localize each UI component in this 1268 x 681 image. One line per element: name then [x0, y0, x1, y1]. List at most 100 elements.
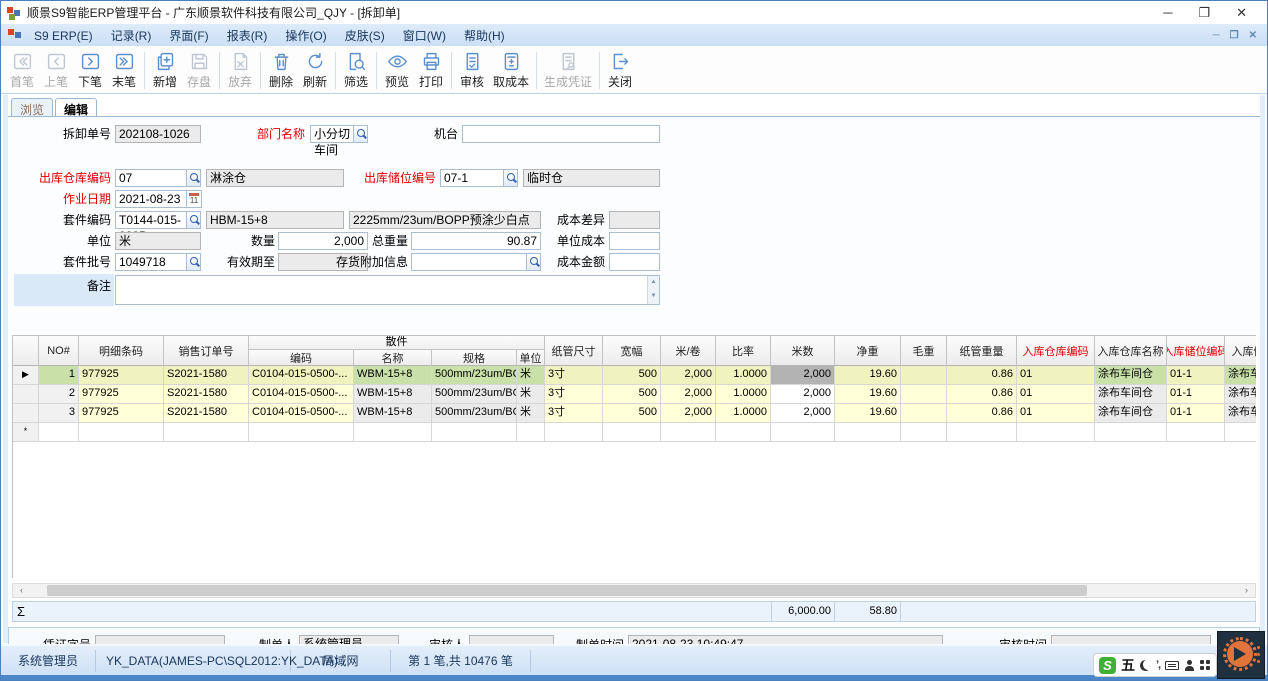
grid-header-cell[interactable]: 销售订单号 [164, 336, 249, 366]
grid-cell[interactable]: 977925 [79, 366, 164, 385]
grid-cell[interactable] [1225, 423, 1256, 442]
grid-header-cell[interactable]: 米数 [771, 336, 835, 366]
punctuation-icon[interactable]: ’, [1156, 659, 1160, 671]
grid-cell[interactable]: 19.60 [835, 404, 901, 423]
grid-cell[interactable] [517, 423, 545, 442]
desktop-widget[interactable] [1217, 631, 1265, 679]
toolbar-button-preview[interactable]: 预览 [380, 48, 414, 93]
grid-header-cell[interactable]: 入库储位编码 [1167, 336, 1225, 366]
toolbar-button-nav-last[interactable]: 末笔 [107, 48, 141, 93]
person-icon[interactable] [1184, 660, 1195, 671]
grid-cell[interactable] [947, 423, 1017, 442]
grid-cell[interactable] [1017, 423, 1095, 442]
grid-cell[interactable]: S2021-1580 [164, 366, 249, 385]
grid-cell[interactable] [354, 423, 432, 442]
grid-header-cell[interactable]: 纸管尺寸 [545, 336, 603, 366]
toolbar-button-refresh[interactable]: 刷新 [298, 48, 332, 93]
toolbar-button-add[interactable]: 新增 [148, 48, 182, 93]
remark-textarea[interactable]: ▲▼ [115, 275, 660, 305]
scroll-left-arrow[interactable]: ‹ [14, 585, 29, 596]
grid-cell[interactable]: 米 [517, 385, 545, 404]
cost-amount-field[interactable] [609, 253, 660, 271]
grid-cell[interactable]: 2,000 [661, 404, 716, 423]
scroll-right-arrow[interactable]: › [1239, 585, 1254, 596]
grid-cell[interactable]: C0104-015-0500-... [249, 385, 354, 404]
toolbar-button-audit[interactable]: 审核 [455, 48, 489, 93]
grid-cell[interactable]: 01 [1017, 404, 1095, 423]
grid-cell[interactable]: 19.60 [835, 385, 901, 404]
ime-mode-wubi[interactable]: 五 [1121, 655, 1135, 675]
toolbar-button-close-doc[interactable]: 关闭 [603, 48, 637, 93]
grid-cell[interactable]: 19.60 [835, 366, 901, 385]
grid-cell[interactable]: 01 [1017, 385, 1095, 404]
grid-cell[interactable] [603, 423, 661, 442]
new-row-marker[interactable]: * [13, 423, 39, 442]
grid-header-cell[interactable] [13, 336, 39, 366]
out-loc-lookup-button[interactable] [503, 169, 518, 187]
grid-cell[interactable]: C0104-015-0500-... [249, 404, 354, 423]
machine-input[interactable] [462, 125, 660, 143]
stock-info-lookup-button[interactable] [526, 253, 541, 271]
grid-cell[interactable]: 2,000 [661, 385, 716, 404]
grid-cell[interactable]: C0104-015-0500-... [249, 366, 354, 385]
grid-cell[interactable] [164, 423, 249, 442]
grid-cell[interactable]: 1 [39, 366, 79, 385]
out-wh-lookup-button[interactable] [186, 169, 201, 187]
horizontal-scrollbar[interactable]: ‹ › [12, 583, 1256, 598]
grid-cell[interactable] [901, 404, 947, 423]
qty-field[interactable]: 2,000 [278, 232, 368, 250]
kit-batch-field[interactable]: 1049718 [115, 253, 187, 271]
row-selector-cell[interactable] [13, 404, 39, 423]
kit-lookup-button[interactable] [186, 211, 201, 229]
keyboard-icon[interactable] [1165, 661, 1179, 670]
toolbar-button-cost[interactable]: 取成本 [489, 48, 533, 93]
grid-header-cell[interactable]: 编码 [249, 350, 354, 366]
menu-item[interactable]: 操作(O) [276, 26, 335, 46]
grid-cell[interactable] [39, 423, 79, 442]
out-loc-code-field[interactable]: 07-1 [440, 169, 504, 187]
row-selector-cell[interactable] [13, 385, 39, 404]
menu-item[interactable]: 报表(R) [218, 26, 277, 46]
menu-item[interactable]: 记录(R) [102, 26, 161, 46]
grid-header-cell[interactable]: 单位 [517, 350, 545, 366]
grid-cell[interactable]: WBM-15+8 [354, 404, 432, 423]
grid-cell[interactable]: WBM-15+8 [354, 385, 432, 404]
toolbar-button-delete[interactable]: 删除 [264, 48, 298, 93]
grid-cell[interactable]: 0.86 [947, 366, 1017, 385]
dept-combo[interactable]: 小分切车间 [310, 125, 354, 143]
work-date-field[interactable]: 2021-08-23 [115, 190, 187, 208]
grid-cell[interactable]: 01-1 [1167, 404, 1225, 423]
grid-cell[interactable]: 涂布车间仓 [1225, 366, 1256, 385]
grid-cell[interactable]: 3寸 [545, 366, 603, 385]
kit-code-field[interactable]: T0144-015-2225 [115, 211, 187, 229]
menu-item[interactable]: 界面(F) [160, 26, 217, 46]
grid-new-row[interactable]: * [13, 423, 1256, 442]
grid-cell[interactable]: 涂布车间仓 [1095, 404, 1167, 423]
grid-cell[interactable] [1167, 423, 1225, 442]
minimize-button[interactable]: ─ [1163, 3, 1172, 23]
grid-header-cell[interactable]: 名称 [354, 350, 432, 366]
grid-cell[interactable]: 2,000 [661, 366, 716, 385]
menu-item[interactable]: 皮肤(S) [336, 26, 394, 46]
tab-edit[interactable]: 编辑 [55, 98, 97, 117]
menu-item[interactable]: S9 ERP(E) [25, 26, 102, 46]
grid-cell[interactable]: 2,000 [771, 404, 835, 423]
grid-cell[interactable] [545, 423, 603, 442]
grid-cell[interactable]: 1.0000 [716, 366, 771, 385]
grid-cell[interactable]: 500 [603, 385, 661, 404]
row-selector-cell[interactable]: ▶ [13, 366, 39, 385]
ime-menu-grid-icon[interactable] [1200, 660, 1210, 670]
grid-cell[interactable]: S2021-1580 [164, 404, 249, 423]
mdi-close-button[interactable]: ✕ [1249, 30, 1257, 41]
grid-cell[interactable]: 涂布车间仓 [1095, 366, 1167, 385]
kit-batch-lookup-button[interactable] [186, 253, 201, 271]
grid-header-cell[interactable]: 米/卷 [661, 336, 716, 366]
grid-cell[interactable]: 0.86 [947, 385, 1017, 404]
grid-header-cell[interactable]: 明细条码 [79, 336, 164, 366]
grid-cell[interactable]: 977925 [79, 385, 164, 404]
grid-cell[interactable] [835, 423, 901, 442]
out-wh-code-field[interactable]: 07 [115, 169, 187, 187]
grid-cell[interactable]: 0.86 [947, 404, 1017, 423]
grid-cell[interactable]: 3 [39, 404, 79, 423]
menu-item[interactable]: 窗口(W) [394, 26, 455, 46]
